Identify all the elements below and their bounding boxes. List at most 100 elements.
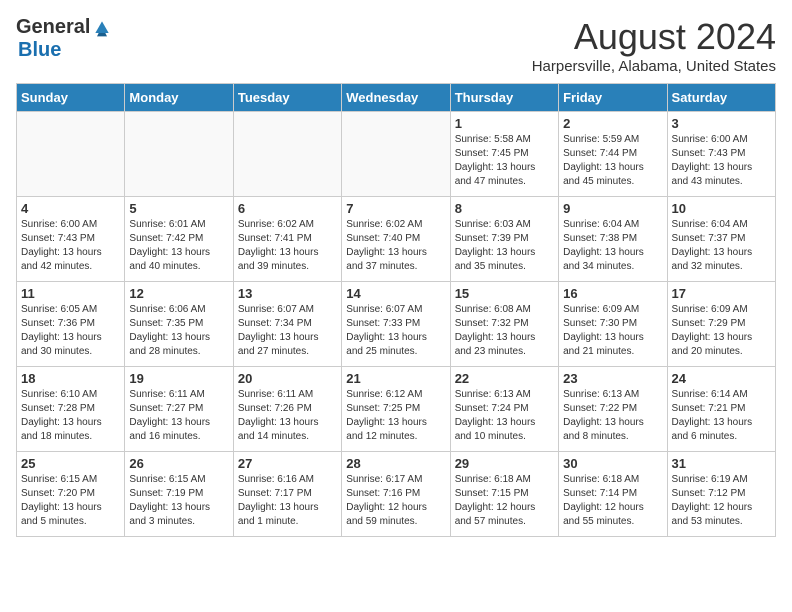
day-number: 1 xyxy=(455,116,554,131)
calendar-cell: 22 Sunrise: 6:13 AMSunset: 7:24 PMDayligh… xyxy=(450,367,558,452)
week-row-5: 25 Sunrise: 6:15 AMSunset: 7:20 PMDayligh… xyxy=(17,452,776,537)
logo-general-text: General xyxy=(16,16,90,39)
day-info: Sunrise: 6:18 AMSunset: 7:14 PMDaylight:… xyxy=(563,473,662,529)
day-number: 25 xyxy=(21,456,120,471)
day-number: 21 xyxy=(346,371,445,386)
week-row-4: 18 Sunrise: 6:10 AMSunset: 7:28 PMDayligh… xyxy=(17,367,776,452)
day-number: 7 xyxy=(346,201,445,216)
calendar-cell: 29Sunrise: 6:18 AMSunset: 7:15 PMDayligh… xyxy=(450,452,558,537)
calendar-cell: 12 Sunrise: 6:06 AMSunset: 7:35 PMDayligh… xyxy=(125,282,233,367)
calendar-cell: 28 Sunrise: 6:17 AMSunset: 7:16 PMDayligh… xyxy=(342,452,450,537)
day-info: Sunrise: 6:18 AMSunset: 7:15 PMDaylight:… xyxy=(455,473,554,529)
weekday-header-saturday: Saturday xyxy=(667,84,775,112)
week-row-2: 4 Sunrise: 6:00 AMSunset: 7:43 PMDaylight… xyxy=(17,197,776,282)
day-number: 12 xyxy=(129,286,228,301)
weekday-header-sunday: Sunday xyxy=(17,84,125,112)
calendar-cell: 19 Sunrise: 6:11 AMSunset: 7:27 PMDayligh… xyxy=(125,367,233,452)
day-number: 22 xyxy=(455,371,554,386)
day-info: Sunrise: 6:03 AMSunset: 7:39 PMDaylight:… xyxy=(455,218,554,274)
calendar-cell: 4 Sunrise: 6:00 AMSunset: 7:43 PMDaylight… xyxy=(17,197,125,282)
day-number: 8 xyxy=(455,201,554,216)
day-info: Sunrise: 6:17 AMSunset: 7:16 PMDaylight:… xyxy=(346,473,445,529)
day-number: 9 xyxy=(563,201,662,216)
title-block: August 2024 Harpersville, Alabama, Unite… xyxy=(532,16,776,75)
day-info: Sunrise: 6:15 AMSunset: 7:20 PMDaylight:… xyxy=(21,473,120,529)
day-number: 4 xyxy=(21,201,120,216)
calendar-cell: 3 Sunrise: 6:00 AMSunset: 7:43 PMDaylight… xyxy=(667,112,775,197)
day-info: Sunrise: 6:12 AMSunset: 7:25 PMDaylight:… xyxy=(346,388,445,444)
calendar-cell: 16 Sunrise: 6:09 AMSunset: 7:30 PMDayligh… xyxy=(559,282,667,367)
day-number: 19 xyxy=(129,371,228,386)
day-number: 10 xyxy=(672,201,771,216)
month-title: August 2024 xyxy=(532,16,776,58)
day-number: 3 xyxy=(672,116,771,131)
calendar-cell xyxy=(17,112,125,197)
calendar-cell: 13Sunrise: 6:07 AMSunset: 7:34 PMDayligh… xyxy=(233,282,341,367)
day-number: 26 xyxy=(129,456,228,471)
day-info: Sunrise: 5:58 AMSunset: 7:45 PMDaylight:… xyxy=(455,133,554,189)
calendar-cell: 25 Sunrise: 6:15 AMSunset: 7:20 PMDayligh… xyxy=(17,452,125,537)
calendar-cell: 14 Sunrise: 6:07 AMSunset: 7:33 PMDayligh… xyxy=(342,282,450,367)
day-info: Sunrise: 5:59 AMSunset: 7:44 PMDaylight:… xyxy=(563,133,662,189)
calendar-cell xyxy=(125,112,233,197)
day-number: 18 xyxy=(21,371,120,386)
calendar-table: SundayMondayTuesdayWednesdayThursdayFrid… xyxy=(16,83,776,537)
day-number: 5 xyxy=(129,201,228,216)
day-number: 27 xyxy=(238,456,337,471)
calendar-cell: 15Sunrise: 6:08 AMSunset: 7:32 PMDayligh… xyxy=(450,282,558,367)
day-info: Sunrise: 6:14 AMSunset: 7:21 PMDaylight:… xyxy=(672,388,771,444)
weekday-header-tuesday: Tuesday xyxy=(233,84,341,112)
day-number: 14 xyxy=(346,286,445,301)
day-info: Sunrise: 6:10 AMSunset: 7:28 PMDaylight:… xyxy=(21,388,120,444)
day-info: Sunrise: 6:19 AMSunset: 7:12 PMDaylight:… xyxy=(672,473,771,529)
calendar-cell: 26 Sunrise: 6:15 AMSunset: 7:19 PMDayligh… xyxy=(125,452,233,537)
calendar-cell: 17 Sunrise: 6:09 AMSunset: 7:29 PMDayligh… xyxy=(667,282,775,367)
calendar-cell: 11Sunrise: 6:05 AMSunset: 7:36 PMDayligh… xyxy=(17,282,125,367)
day-info: Sunrise: 6:16 AMSunset: 7:17 PMDaylight:… xyxy=(238,473,337,529)
calendar-cell xyxy=(233,112,341,197)
day-info: Sunrise: 6:01 AMSunset: 7:42 PMDaylight:… xyxy=(129,218,228,274)
calendar-cell: 20 Sunrise: 6:11 AMSunset: 7:26 PMDayligh… xyxy=(233,367,341,452)
day-number: 20 xyxy=(238,371,337,386)
day-info: Sunrise: 6:04 AMSunset: 7:38 PMDaylight:… xyxy=(563,218,662,274)
day-info: Sunrise: 6:13 AMSunset: 7:22 PMDaylight:… xyxy=(563,388,662,444)
location: Harpersville, Alabama, United States xyxy=(532,58,776,75)
day-info: Sunrise: 6:00 AMSunset: 7:43 PMDaylight:… xyxy=(672,133,771,189)
day-number: 28 xyxy=(346,456,445,471)
day-number: 16 xyxy=(563,286,662,301)
day-info: Sunrise: 6:11 AMSunset: 7:27 PMDaylight:… xyxy=(129,388,228,444)
calendar-cell: 31Sunrise: 6:19 AMSunset: 7:12 PMDayligh… xyxy=(667,452,775,537)
day-number: 30 xyxy=(563,456,662,471)
day-info: Sunrise: 6:09 AMSunset: 7:30 PMDaylight:… xyxy=(563,303,662,359)
day-info: Sunrise: 6:13 AMSunset: 7:24 PMDaylight:… xyxy=(455,388,554,444)
day-info: Sunrise: 6:02 AMSunset: 7:40 PMDaylight:… xyxy=(346,218,445,274)
calendar-cell xyxy=(342,112,450,197)
day-info: Sunrise: 6:02 AMSunset: 7:41 PMDaylight:… xyxy=(238,218,337,274)
calendar-cell: 21 Sunrise: 6:12 AMSunset: 7:25 PMDayligh… xyxy=(342,367,450,452)
calendar-cell: 18 Sunrise: 6:10 AMSunset: 7:28 PMDayligh… xyxy=(17,367,125,452)
day-number: 2 xyxy=(563,116,662,131)
day-info: Sunrise: 6:07 AMSunset: 7:34 PMDaylight:… xyxy=(238,303,337,359)
calendar-cell: 30 Sunrise: 6:18 AMSunset: 7:14 PMDayligh… xyxy=(559,452,667,537)
day-number: 23 xyxy=(563,371,662,386)
day-info: Sunrise: 6:09 AMSunset: 7:29 PMDaylight:… xyxy=(672,303,771,359)
calendar-cell: 2 Sunrise: 5:59 AMSunset: 7:44 PMDaylight… xyxy=(559,112,667,197)
day-info: Sunrise: 6:15 AMSunset: 7:19 PMDaylight:… xyxy=(129,473,228,529)
day-info: Sunrise: 6:05 AMSunset: 7:36 PMDaylight:… xyxy=(21,303,120,359)
day-number: 17 xyxy=(672,286,771,301)
day-info: Sunrise: 6:06 AMSunset: 7:35 PMDaylight:… xyxy=(129,303,228,359)
calendar-cell: 8 Sunrise: 6:03 AMSunset: 7:39 PMDaylight… xyxy=(450,197,558,282)
calendar-cell: 5 Sunrise: 6:01 AMSunset: 7:42 PMDaylight… xyxy=(125,197,233,282)
calendar-cell: 23 Sunrise: 6:13 AMSunset: 7:22 PMDayligh… xyxy=(559,367,667,452)
day-info: Sunrise: 6:11 AMSunset: 7:26 PMDaylight:… xyxy=(238,388,337,444)
calendar-cell: 6 Sunrise: 6:02 AMSunset: 7:41 PMDaylight… xyxy=(233,197,341,282)
weekday-header-monday: Monday xyxy=(125,84,233,112)
calendar-cell: 1 Sunrise: 5:58 AMSunset: 7:45 PMDaylight… xyxy=(450,112,558,197)
page-header: General Blue August 2024 Harpersville, A… xyxy=(16,16,776,75)
day-info: Sunrise: 6:00 AMSunset: 7:43 PMDaylight:… xyxy=(21,218,120,274)
weekday-header-wednesday: Wednesday xyxy=(342,84,450,112)
day-number: 6 xyxy=(238,201,337,216)
calendar-cell: 7 Sunrise: 6:02 AMSunset: 7:40 PMDaylight… xyxy=(342,197,450,282)
day-info: Sunrise: 6:07 AMSunset: 7:33 PMDaylight:… xyxy=(346,303,445,359)
logo-blue-text: Blue xyxy=(18,39,61,62)
